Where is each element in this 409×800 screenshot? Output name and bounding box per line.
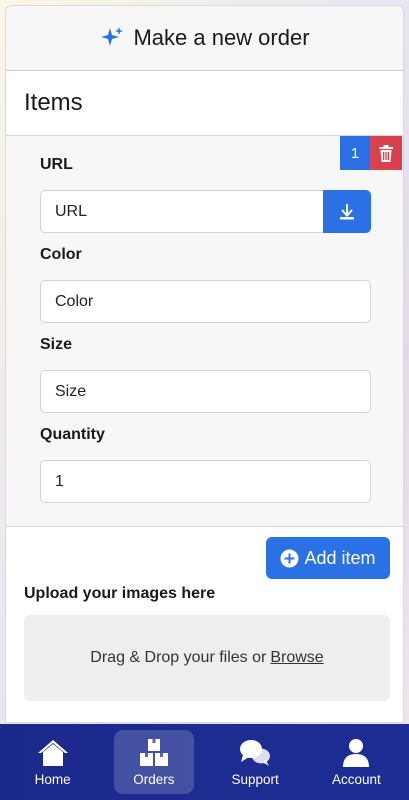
- nav-item-home[interactable]: Home: [13, 730, 93, 794]
- url-label: URL: [40, 156, 73, 173]
- url-input[interactable]: URL: [40, 190, 324, 233]
- upload-title: Upload your images here: [24, 585, 216, 602]
- item-number-badge: 1: [340, 136, 370, 170]
- chat-icon: [240, 739, 271, 766]
- quantity-label: Quantity: [40, 426, 105, 443]
- url-field-group: URL: [40, 190, 371, 233]
- items-heading-bar: Items: [6, 71, 403, 136]
- sparkle-icon: [101, 27, 124, 46]
- size-label: Size: [40, 336, 73, 353]
- fetch-url-button[interactable]: [323, 190, 371, 233]
- items-heading: Items: [24, 89, 83, 116]
- card-header: Make a new order: [6, 6, 403, 71]
- nav-label-support: Support: [231, 771, 279, 787]
- browse-link[interactable]: Browse: [270, 649, 323, 667]
- bottom-nav: Home Orders Support Account: [0, 724, 409, 800]
- nav-label-account: Account: [331, 771, 381, 787]
- color-input[interactable]: Color: [40, 280, 371, 323]
- delete-item-button[interactable]: [370, 136, 402, 170]
- plus-circle-icon: [280, 549, 299, 567]
- size-input[interactable]: Size: [40, 370, 371, 413]
- nav-label-orders: Orders: [133, 771, 175, 787]
- add-item-button[interactable]: Add item: [266, 537, 390, 579]
- add-item-label: Add item: [304, 547, 376, 568]
- page-title: Make a new order: [133, 25, 310, 50]
- order-card: Make a new order Items 1 URL URL Color C…: [5, 5, 404, 723]
- nav-item-support[interactable]: Support: [215, 730, 295, 794]
- file-dropzone[interactable]: Drag & Drop your files or Browse: [24, 615, 390, 701]
- quantity-input[interactable]: 1: [40, 460, 371, 503]
- item-panel: 1 URL URL Color Color Size Size Quantity…: [6, 136, 403, 527]
- nav-label-home: Home: [34, 771, 71, 787]
- nav-item-orders[interactable]: Orders: [113, 730, 194, 794]
- download-icon: [340, 203, 354, 219]
- dropzone-text: Drag & Drop your files or: [90, 649, 267, 666]
- color-label: Color: [40, 246, 82, 263]
- nav-item-account[interactable]: Account: [316, 730, 396, 794]
- trash-icon: [379, 144, 393, 162]
- boxes-icon: [139, 738, 168, 766]
- add-item-row: Add item: [6, 527, 403, 585]
- home-icon: [37, 739, 68, 766]
- user-icon: [343, 738, 370, 767]
